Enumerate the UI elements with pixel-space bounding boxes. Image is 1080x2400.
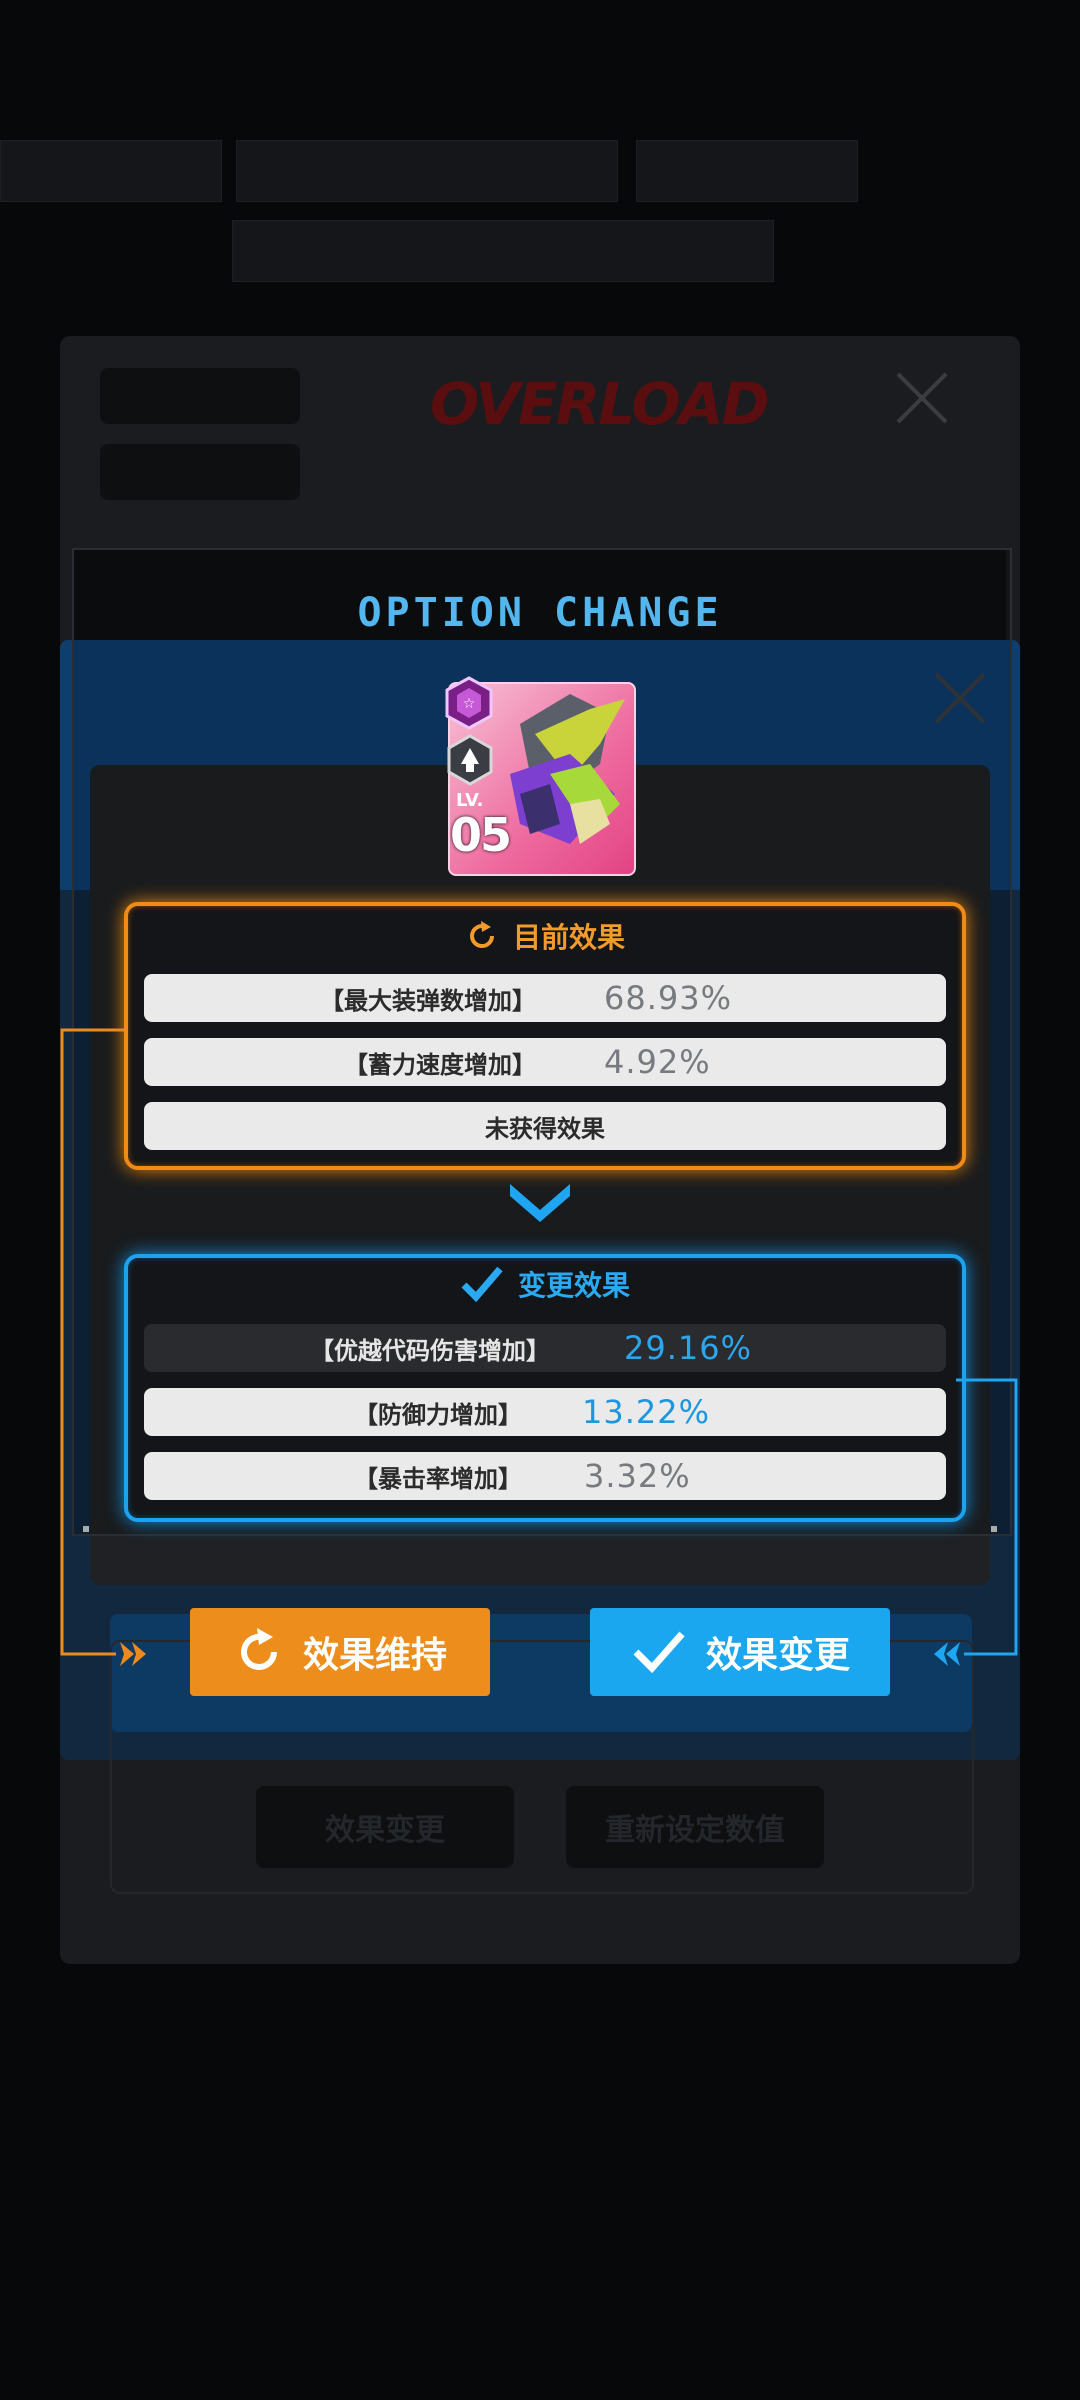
bg-reset-value-button: 重新设定数值 <box>566 1786 824 1868</box>
rarity-badge-icon: ☆ <box>445 676 493 730</box>
changed-effect-row-3: 【暴击率增加】 3.32% <box>144 1452 946 1500</box>
overload-logo: OVERLOAD <box>430 370 770 438</box>
changed-effect-row-1: 【优越代码伤害增加】 29.16% <box>144 1324 946 1372</box>
effect-name: 【优越代码伤害增加】 <box>310 1336 550 1365</box>
change-effect-button[interactable]: 效果变更 <box>590 1608 890 1696</box>
effect-value: 68.93% <box>604 979 733 1017</box>
effect-name: 【暴击率增加】 <box>354 1464 522 1493</box>
changed-effects-title: 变更效果 <box>517 1269 630 1302</box>
svg-text:☆: ☆ <box>463 696 476 712</box>
keep-connector-line <box>60 1028 146 1666</box>
bg-top-bar <box>0 140 222 202</box>
effect-name: 未获得效果 <box>485 1114 605 1143</box>
equipment-type-icon <box>447 734 493 786</box>
changed-effect-row-2: 【防御力增加】 13.22% <box>144 1388 946 1436</box>
bg-tab <box>100 444 300 500</box>
current-effect-row-1: 【最大装弹数增加】 68.93% <box>144 974 946 1022</box>
keep-effect-label: 效果维持 <box>302 1635 447 1676</box>
screen: OVERLOAD 效果变更 重新设定数值 OPTION CHANGE ☆ LV.… <box>0 0 1080 2400</box>
current-effect-row-2: 【蓄力速度增加】 4.92% <box>144 1038 946 1086</box>
bg-sub-bar <box>232 220 774 282</box>
effect-value: 3.32% <box>584 1457 691 1495</box>
bg-effect-change-button: 效果变更 <box>256 1786 514 1868</box>
modal-title: OPTION CHANGE <box>357 590 723 636</box>
effect-value: 13.22% <box>582 1393 711 1431</box>
current-effects-title: 目前效果 <box>512 921 625 954</box>
chevron-down-icon <box>510 1184 570 1222</box>
bg-close-icon <box>894 370 950 426</box>
bg-top-bar <box>236 140 618 202</box>
change-connector-line <box>934 1378 1018 1666</box>
change-effect-label: 效果变更 <box>705 1635 850 1676</box>
effect-value: 4.92% <box>604 1043 711 1081</box>
current-effects-panel: 目前效果 【最大装弹数增加】 68.93% 【蓄力速度增加】 4.92% 未获得… <box>124 902 966 1170</box>
level-value: 05 <box>450 808 512 862</box>
keep-effect-button[interactable]: 效果维持 <box>190 1608 490 1696</box>
refresh-icon <box>470 921 494 949</box>
effect-name: 【防御力增加】 <box>354 1400 522 1429</box>
effect-name: 【蓄力速度增加】 <box>344 1050 536 1079</box>
bg-tab <box>100 368 300 424</box>
bg-top-bar <box>636 140 858 202</box>
check-icon <box>461 1266 503 1303</box>
changed-effects-heading: 变更效果 <box>128 1264 962 1304</box>
changed-effects-panel: 变更效果 【优越代码伤害增加】 29.16% 【防御力增加】 13.22% 【暴… <box>124 1254 966 1522</box>
current-effect-row-3: 未获得效果 <box>144 1102 946 1150</box>
current-effects-heading: 目前效果 <box>128 916 962 956</box>
effect-value: 29.16% <box>624 1329 753 1367</box>
refresh-icon <box>240 1628 277 1670</box>
effect-name: 【最大装弹数增加】 <box>320 986 536 1015</box>
check-icon <box>633 1631 685 1674</box>
